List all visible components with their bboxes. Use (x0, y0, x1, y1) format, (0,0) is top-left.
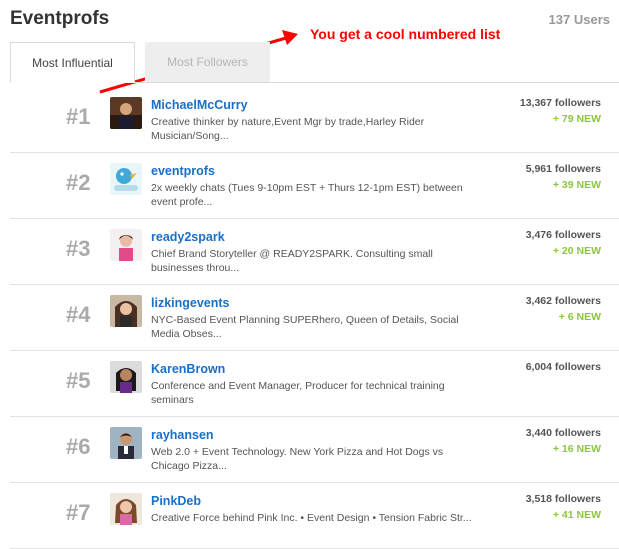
rank-number: #5 (66, 368, 91, 393)
avatar[interactable] (110, 427, 142, 459)
rank-number: #6 (66, 434, 91, 459)
avatar[interactable] (110, 97, 142, 129)
avatar[interactable] (110, 493, 142, 525)
avatar[interactable] (110, 229, 142, 261)
username-link[interactable]: lizkingevents (151, 296, 230, 310)
table-row: #2 eventprofs 2x weekly chats (Tues 9-10… (10, 153, 619, 219)
new-followers-badge: + 16 NEW (552, 443, 601, 455)
rank-number: #2 (66, 170, 91, 195)
rank-number: #4 (66, 302, 91, 327)
new-followers-badge: + 39 NEW (552, 179, 601, 191)
user-bio: Creative thinker by nature,Event Mgr by … (151, 116, 425, 142)
user-bio: Web 2.0 + Event Technology. New York Piz… (151, 446, 444, 472)
username-link[interactable]: rayhansen (151, 428, 214, 442)
new-followers-badge: + 6 NEW (558, 311, 601, 323)
follower-count: 13,367 followers (519, 97, 601, 109)
table-row: #4 lizkingevents NYC-Based Event Plannin… (10, 285, 619, 351)
user-bio: Creative Force behind Pink Inc. • Event … (151, 512, 472, 524)
follower-count: 6,004 followers (525, 361, 601, 373)
tab-most-followers[interactable]: Most Followers (145, 42, 270, 82)
tab-most-influential[interactable]: Most Influential (10, 42, 135, 83)
username-link[interactable]: eventprofs (151, 164, 215, 178)
avatar[interactable] (110, 361, 142, 393)
user-bio: Chief Brand Storyteller @ READY2SPARK. C… (151, 248, 433, 274)
username-link[interactable]: ready2spark (151, 230, 225, 244)
follower-count: 3,440 followers (525, 427, 601, 439)
tab-bar: Most Influential Most Followers (10, 42, 619, 83)
new-followers-badge: + 79 NEW (552, 113, 601, 125)
user-bio: Conference and Event Manager, Producer f… (151, 380, 445, 406)
table-row: #5 KarenBrown Conference and Event Manag… (10, 351, 619, 417)
table-row: #1 MichaelMcCurry Creative thinker by na… (10, 87, 619, 153)
table-row: #6 rayhansen Web 2.0 + Event Technology.… (10, 417, 619, 483)
table-row: #3 ready2spark Chief Brand Storyteller @… (10, 219, 619, 285)
new-followers-badge: + 41 NEW (552, 509, 601, 521)
rank-number: #3 (66, 236, 91, 261)
avatar[interactable] (110, 295, 142, 327)
follower-count: 3,462 followers (525, 295, 601, 307)
follower-count: 3,518 followers (525, 493, 601, 505)
follower-count: 3,476 followers (525, 229, 601, 241)
table-row: #7 PinkDeb Creative Force behind Pink In… (10, 483, 619, 549)
username-link[interactable]: PinkDeb (151, 494, 201, 508)
new-followers-badge: + 20 NEW (552, 245, 601, 257)
avatar[interactable] (110, 163, 142, 195)
user-count: 137 Users (548, 12, 610, 27)
ranked-user-list: #1 MichaelMcCurry Creative thinker by na… (10, 87, 619, 549)
annotation-text: You get a cool numbered list (310, 26, 501, 42)
follower-count: 5,961 followers (525, 163, 601, 175)
username-link[interactable]: KarenBrown (151, 362, 225, 376)
rank-number: #7 (66, 500, 91, 525)
rank-number: #1 (66, 104, 91, 129)
username-link[interactable]: MichaelMcCurry (151, 98, 248, 112)
user-bio: 2x weekly chats (Tues 9-10pm EST + Thurs… (151, 182, 463, 208)
user-bio: NYC-Based Event Planning SUPERhero, Quee… (151, 314, 459, 340)
page-title: Eventprofs (10, 8, 110, 29)
